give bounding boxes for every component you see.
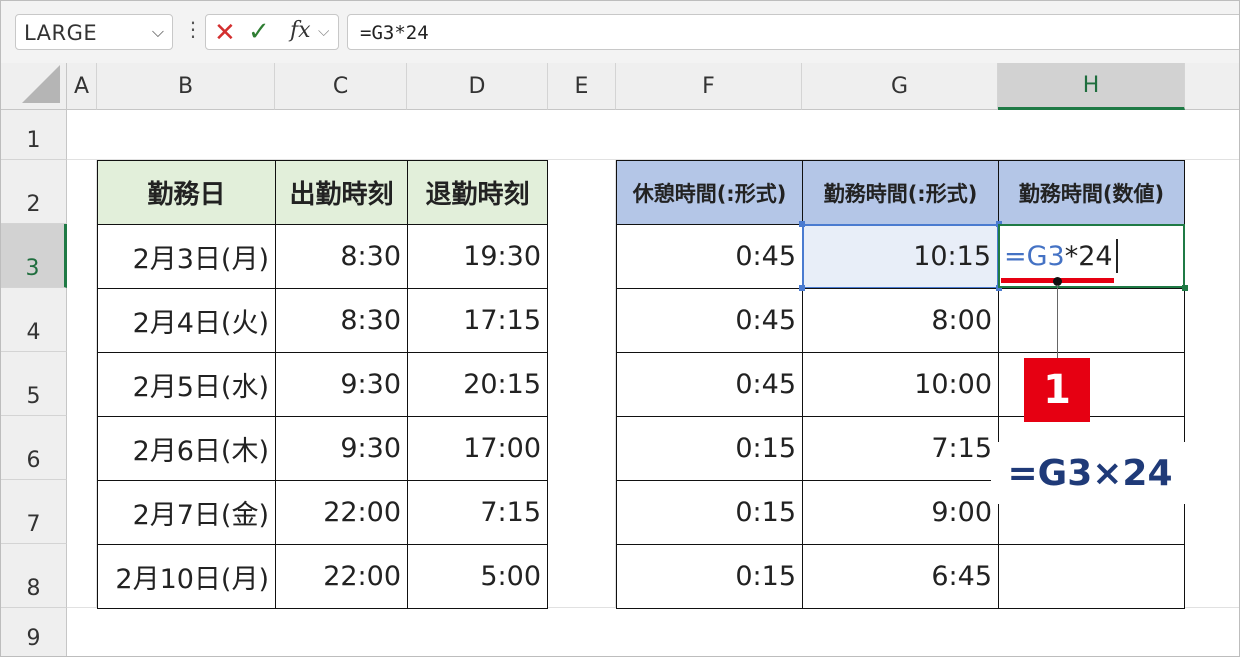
formula-callout: =G3×24 (991, 442, 1189, 504)
table-cell[interactable]: 0:15 (616, 416, 803, 481)
table-cell[interactable]: 8:00 (802, 288, 999, 353)
insert-function-icon[interactable]: fx (290, 18, 311, 43)
table-header-cell[interactable]: 勤務時間(:形式) (802, 160, 999, 225)
referenced-cell-g3[interactable]: 10:15 (802, 224, 999, 289)
table-cell[interactable]: 8:30 (275, 288, 408, 353)
fill-handle[interactable] (1182, 285, 1188, 291)
spreadsheet-window: LARGE ⌵ ⋮ ✕ ✓ fx ⌵ =G3*24 A B C D E F G … (0, 0, 1240, 657)
table-cell[interactable]: 5:00 (407, 544, 548, 609)
table-cell[interactable]: 2月6日(木) (97, 416, 276, 481)
formula-input[interactable]: =G3*24 (347, 14, 1239, 50)
row-header-8[interactable]: 8 (1, 544, 67, 608)
column-header-c[interactable]: C (275, 63, 407, 110)
name-box-value: LARGE (24, 21, 98, 45)
row-header-7[interactable]: 7 (1, 480, 67, 544)
table-cell[interactable]: 19:30 (407, 224, 548, 289)
row-header-6[interactable]: 6 (1, 416, 67, 480)
grid-column-a[interactable] (67, 160, 97, 608)
table-header-cell[interactable]: 休憩時間(:形式) (616, 160, 803, 225)
select-all-corner[interactable] (1, 63, 67, 110)
chevron-down-icon[interactable]: ⌵ (318, 22, 329, 40)
ref-handle[interactable] (799, 285, 805, 291)
table-cell[interactable]: 7:15 (407, 480, 548, 545)
table-cell[interactable]: 9:30 (275, 352, 408, 417)
select-all-icon (22, 65, 60, 103)
table-cell[interactable]: 8:30 (275, 224, 408, 289)
table-cell[interactable]: 9:30 (275, 416, 408, 481)
table-cell[interactable]: 0:15 (616, 480, 803, 545)
callout-line (1057, 285, 1058, 365)
table-cell[interactable]: 17:00 (407, 416, 548, 481)
enter-icon[interactable]: ✓ (248, 17, 270, 47)
row-header-3[interactable]: 3 (1, 224, 67, 288)
text-caret (1115, 239, 1118, 273)
ref-handle[interactable] (799, 221, 805, 227)
name-box[interactable]: LARGE ⌵ (15, 14, 173, 50)
table-cell[interactable]: 0:45 (616, 288, 803, 353)
row-header-2[interactable]: 2 (1, 160, 67, 224)
editor-rest: *24 (1064, 240, 1113, 272)
column-header-d[interactable]: D (407, 63, 548, 110)
grid-column-i[interactable] (1185, 160, 1239, 608)
table-cell[interactable]: 0:45 (616, 224, 803, 289)
grid-row-1[interactable] (67, 110, 1239, 160)
table-cell[interactable]: 2月5日(水) (97, 352, 276, 417)
chevron-down-icon[interactable]: ⌵ (152, 22, 164, 42)
table-cell[interactable]: 20:15 (407, 352, 548, 417)
cancel-icon[interactable]: ✕ (214, 18, 236, 48)
formula-bar-area: LARGE ⌵ ⋮ ✕ ✓ fx ⌵ =G3*24 (1, 1, 1239, 63)
row-header-9[interactable]: 9 (1, 608, 67, 656)
table-cell[interactable]: 10:00 (802, 352, 999, 417)
column-header-g[interactable]: G (802, 63, 998, 110)
column-header-b[interactable]: B (97, 63, 275, 110)
table-cell[interactable]: 2月4日(火) (97, 288, 276, 353)
table-cell[interactable]: 6:45 (802, 544, 999, 609)
table-cell[interactable] (998, 288, 1185, 353)
column-header-f[interactable]: F (616, 63, 802, 110)
row-header-4[interactable]: 4 (1, 288, 67, 352)
table-cell[interactable]: 22:00 (275, 544, 408, 609)
table-cell[interactable]: 2月10日(月) (97, 544, 276, 609)
table-cell[interactable]: 9:00 (802, 480, 999, 545)
grid-column-e[interactable] (548, 160, 616, 608)
table-cell[interactable]: 0:15 (616, 544, 803, 609)
column-header-e[interactable]: E (548, 63, 616, 110)
column-header-h[interactable]: H (998, 63, 1185, 110)
table-cell[interactable]: 2月7日(金) (97, 480, 276, 545)
table-header-cell[interactable]: 勤務日 (97, 160, 276, 225)
column-header-blank (1185, 63, 1239, 110)
column-header-a[interactable]: A (67, 63, 97, 110)
step-badge: 1 (1024, 358, 1090, 422)
row-header-5[interactable]: 5 (1, 352, 67, 416)
table-cell[interactable] (998, 544, 1185, 609)
table-header-cell[interactable]: 退勤時刻 (407, 160, 548, 225)
more-options-icon[interactable]: ⋮ (183, 17, 203, 41)
editor-reference: G3 (1026, 240, 1065, 272)
table-header-cell[interactable]: 出勤時刻 (275, 160, 408, 225)
table-cell[interactable]: 17:15 (407, 288, 548, 353)
table-header-cell[interactable]: 勤務時間(数値) (998, 160, 1185, 225)
table-cell[interactable]: 0:45 (616, 352, 803, 417)
table-cell[interactable]: 22:00 (275, 480, 408, 545)
table-cell[interactable]: 2月3日(月) (97, 224, 276, 289)
grid-row-9[interactable] (67, 608, 1239, 656)
table-cell[interactable]: 7:15 (802, 416, 999, 481)
editor-equals: = (1004, 240, 1027, 272)
row-header-1[interactable]: 1 (1, 110, 67, 160)
formula-buttons: ✕ ✓ fx ⌵ (205, 14, 339, 50)
formula-text: =G3*24 (360, 22, 429, 44)
